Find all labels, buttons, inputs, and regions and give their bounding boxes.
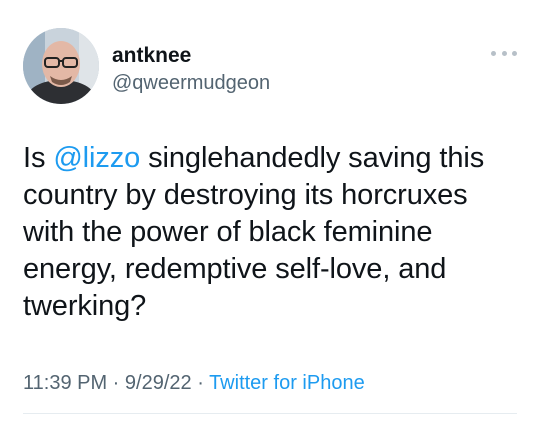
meta-separator: · (191, 372, 210, 394)
more-horizontal-icon[interactable] (491, 48, 517, 58)
user-info: antknee @qweermudgeon (112, 44, 270, 95)
tweet-date[interactable]: 9/29/22 (125, 372, 192, 394)
display-name[interactable]: antknee (112, 44, 270, 68)
more-dot (491, 50, 496, 56)
avatar[interactable] (23, 28, 99, 104)
meta-separator: · (107, 372, 125, 394)
tweet-meta: 11:39 PM · 9/29/22 · Twitter for iPhone (23, 370, 365, 396)
tweet-text-start: Is (23, 142, 54, 174)
tweet-time[interactable]: 11:39 PM (23, 372, 107, 394)
more-dot (501, 50, 507, 56)
user-handle[interactable]: @qweermudgeon (112, 71, 270, 95)
mention-link[interactable]: @lizzo (53, 142, 140, 174)
tweet-text: Is @lizzo singlehandedly saving this cou… (23, 140, 523, 325)
avatar-photo (23, 28, 99, 104)
tweet-source-link[interactable]: Twitter for iPhone (209, 372, 365, 394)
divider (23, 413, 517, 414)
more-dot (512, 50, 517, 56)
tweet-card: antknee @qweermudgeon Is @lizzo singleha… (0, 0, 540, 425)
